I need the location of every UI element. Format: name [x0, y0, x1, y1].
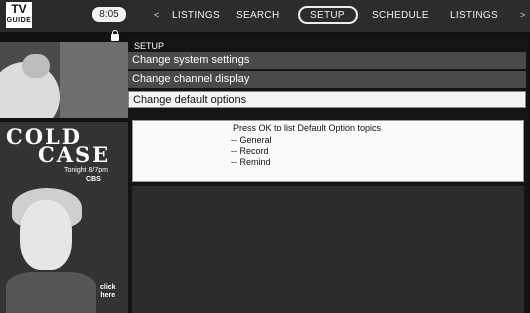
top-nav: < LISTINGS SEARCH SETUP SCHEDULE LISTING…	[128, 0, 530, 32]
menu-option-system-settings[interactable]: Change system settings	[128, 52, 526, 69]
ad-airtime: Tonight 8/7pm	[64, 167, 108, 174]
network-logo: CBS	[86, 176, 101, 183]
ad-title-line2: CASE	[38, 142, 111, 167]
nav-right-arrow-icon[interactable]: >	[520, 10, 525, 20]
menu-option-channel-display[interactable]: Change channel display	[128, 71, 526, 88]
logo-line1: TV	[11, 2, 27, 16]
cta-line2: here	[100, 292, 116, 299]
live-video-preview[interactable]	[0, 42, 128, 118]
setup-menu: SETUP Change system settings Change chan…	[128, 36, 528, 313]
topic-general: -- General	[231, 135, 272, 145]
info-panel: Press OK to list Default Option topics -…	[132, 120, 524, 182]
logo-line2: GUIDE	[6, 17, 32, 24]
nav-item-setup[interactable]: SETUP	[310, 10, 345, 21]
lock-icon	[111, 30, 119, 41]
info-panel-header: Press OK to list Default Option topics	[233, 123, 382, 133]
breadcrumb: SETUP	[134, 41, 165, 51]
tv-guide-screen: TV GUIDE 8:05 COLD CASE Tonight 8/7pm CB…	[0, 0, 530, 313]
click-here-link[interactable]: click here	[100, 284, 116, 300]
topic-record: -- Record	[231, 146, 269, 156]
nav-item-schedule[interactable]: SCHEDULE	[372, 10, 429, 21]
promo-ad[interactable]: COLD CASE Tonight 8/7pm CBS click here	[0, 122, 128, 313]
nav-item-listings-2[interactable]: LISTINGS	[450, 10, 498, 21]
cta-line1: click	[100, 284, 116, 291]
clock: 8:05	[92, 7, 126, 22]
nav-item-listings[interactable]: LISTINGS	[172, 10, 220, 21]
actress-image	[20, 200, 72, 270]
nav-left-arrow-icon[interactable]: <	[154, 10, 159, 20]
nav-item-search[interactable]: SEARCH	[236, 10, 279, 21]
logo-area: TV GUIDE 8:05	[0, 0, 128, 32]
topic-remind: -- Remind	[231, 157, 271, 167]
tv-guide-logo: TV GUIDE	[6, 2, 32, 28]
empty-content-area	[132, 186, 524, 313]
menu-option-default-options[interactable]: Change default options	[128, 91, 526, 108]
